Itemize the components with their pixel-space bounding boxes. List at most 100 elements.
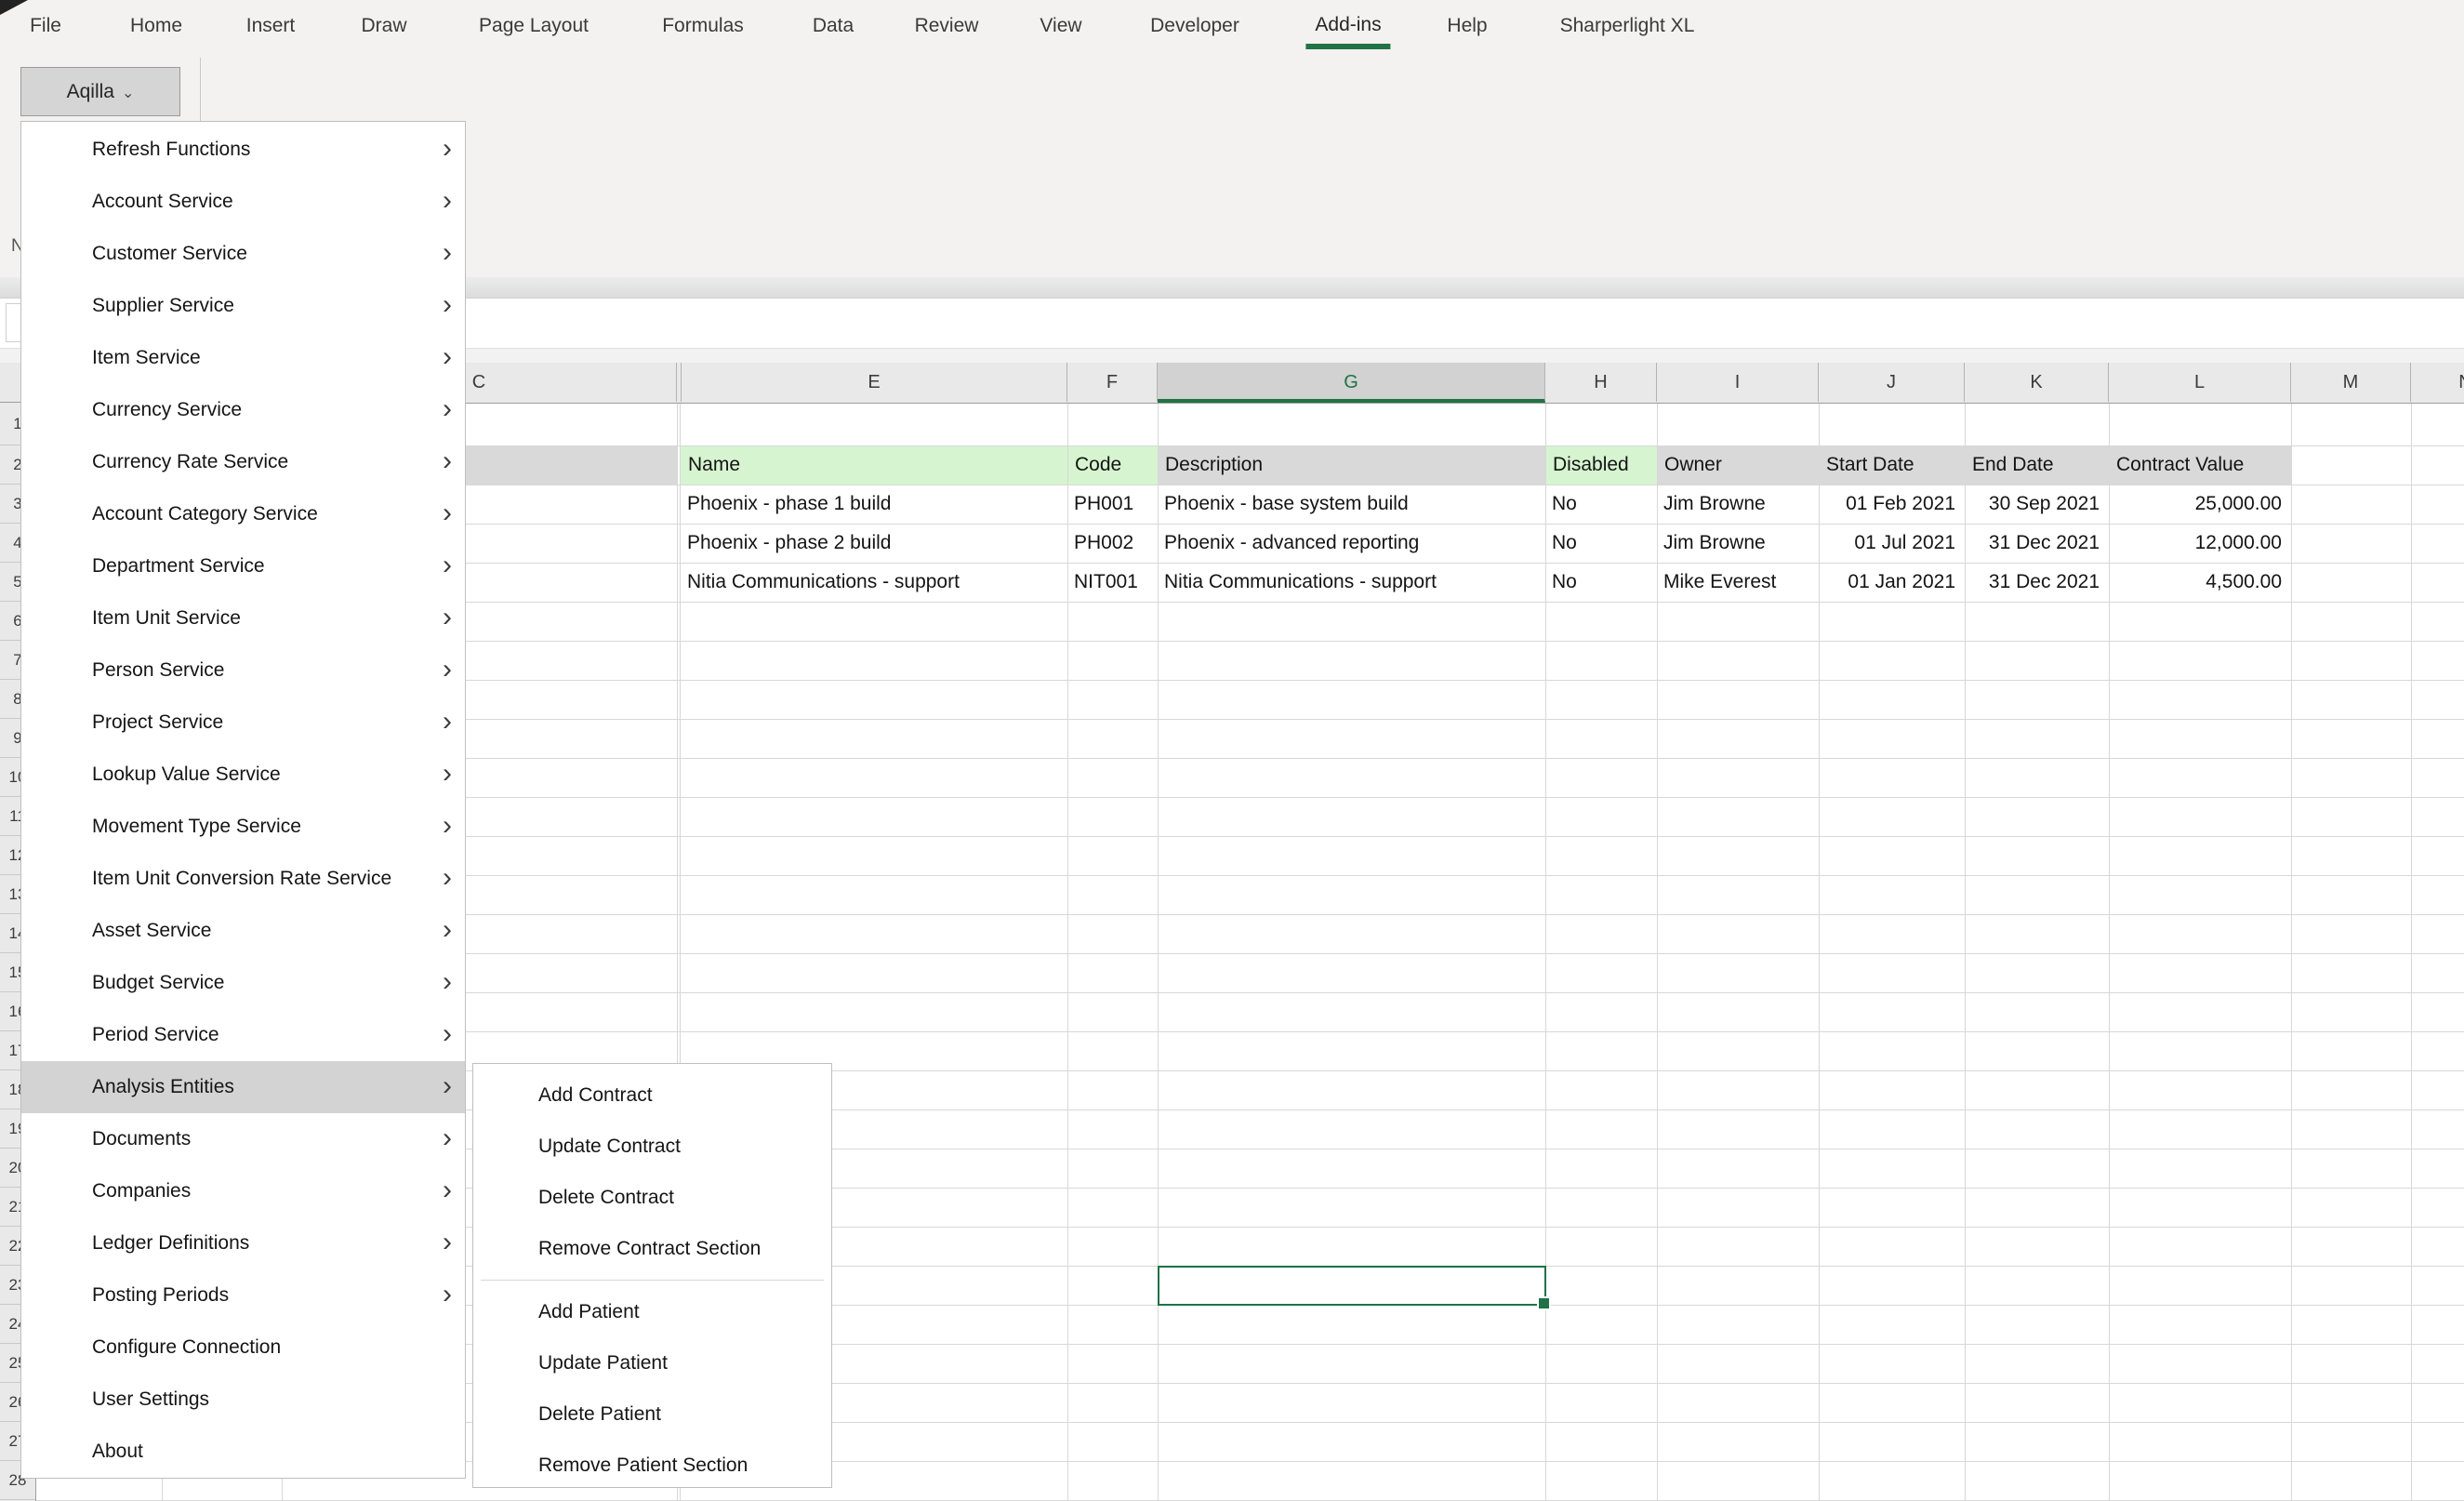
menu-item-item-unit-conversion-rate-service[interactable]: Item Unit Conversion Rate Service› <box>21 853 465 905</box>
cell-l3[interactable]: 25,000.00 <box>2115 485 2282 524</box>
cell-g5[interactable]: Nitia Communications - support <box>1164 563 1536 602</box>
cell-h5[interactable]: No <box>1552 563 1648 602</box>
cell-i4[interactable]: Jim Browne <box>1663 524 1809 563</box>
tab-data[interactable]: Data <box>803 0 863 51</box>
tab-sharperlight-xl[interactable]: Sharperlight XL <box>1551 0 1704 51</box>
submenu-chevron-icon: › <box>443 540 452 591</box>
menu-item-refresh-functions[interactable]: Refresh Functions› <box>21 124 465 176</box>
menu-item-about[interactable]: About <box>21 1426 465 1478</box>
menu-item-label: Currency Rate Service <box>92 436 288 488</box>
menu-item-movement-type-service[interactable]: Movement Type Service› <box>21 801 465 853</box>
column-header-g[interactable]: G <box>1158 363 1545 403</box>
tab-insert[interactable]: Insert <box>237 0 305 51</box>
column-header-l[interactable]: L <box>2109 363 2291 402</box>
menu-item-lookup-value-service[interactable]: Lookup Value Service› <box>21 749 465 801</box>
cell-i3[interactable]: Jim Browne <box>1663 485 1809 524</box>
menu-item-companies[interactable]: Companies› <box>21 1165 465 1217</box>
menu-item-budget-service[interactable]: Budget Service› <box>21 957 465 1009</box>
cell-k3[interactable]: 30 Sep 2021 <box>1971 485 2100 524</box>
cell-f5[interactable]: NIT001 <box>1074 563 1148 602</box>
tab-page-layout[interactable]: Page Layout <box>470 0 598 51</box>
column-header-h[interactable]: H <box>1545 363 1657 402</box>
menu-item-ledger-definitions[interactable]: Ledger Definitions› <box>21 1217 465 1269</box>
menu-item-currency-service[interactable]: Currency Service› <box>21 384 465 436</box>
menu-item-documents[interactable]: Documents› <box>21 1113 465 1165</box>
cell-f4[interactable]: PH002 <box>1074 524 1148 563</box>
submenu-item-add-patient[interactable]: Add Patient <box>473 1286 831 1337</box>
column-header-i[interactable]: I <box>1657 363 1819 402</box>
menu-item-user-settings[interactable]: User Settings <box>21 1374 465 1426</box>
tab-view[interactable]: View <box>1030 0 1091 51</box>
cell-e4[interactable]: Phoenix - phase 2 build <box>687 524 1058 563</box>
column-header-n[interactable]: N <box>2411 363 2464 402</box>
menu-item-currency-rate-service[interactable]: Currency Rate Service› <box>21 436 465 488</box>
header-cell-g2[interactable]: Description <box>1165 445 1540 485</box>
column-header-e[interactable]: E <box>681 363 1067 402</box>
menu-item-period-service[interactable]: Period Service› <box>21 1009 465 1061</box>
tab-help[interactable]: Help <box>1437 0 1496 51</box>
menu-item-posting-periods[interactable]: Posting Periods› <box>21 1269 465 1322</box>
menu-item-item-unit-service[interactable]: Item Unit Service› <box>21 592 465 644</box>
cell-k5[interactable]: 31 Dec 2021 <box>1971 563 2100 602</box>
submenu-item-remove-contract-section[interactable]: Remove Contract Section <box>473 1223 831 1274</box>
menu-item-project-service[interactable]: Project Service› <box>21 697 465 749</box>
cell-h4[interactable]: No <box>1552 524 1648 563</box>
cell-h3[interactable]: No <box>1552 485 1648 524</box>
menu-item-analysis-entities[interactable]: Analysis Entities› <box>21 1061 465 1113</box>
cell-g3[interactable]: Phoenix - base system build <box>1164 485 1536 524</box>
tab-formulas[interactable]: Formulas <box>653 0 753 51</box>
header-cell-j2[interactable]: Start Date <box>1826 445 1959 485</box>
header-cell-l2[interactable]: Contract Value <box>2116 445 2285 485</box>
menu-item-configure-connection[interactable]: Configure Connection <box>21 1322 465 1374</box>
header-cell-e2[interactable]: Name <box>688 445 1062 485</box>
menu-item-supplier-service[interactable]: Supplier Service› <box>21 280 465 332</box>
submenu-item-update-patient[interactable]: Update Patient <box>473 1337 831 1388</box>
cell-j3[interactable]: 01 Feb 2021 <box>1825 485 1955 524</box>
tab-draw[interactable]: Draw <box>351 0 416 51</box>
cell-e3[interactable]: Phoenix - phase 1 build <box>687 485 1058 524</box>
tab-add-ins[interactable]: Add-ins <box>1305 0 1390 49</box>
menu-item-account-category-service[interactable]: Account Category Service› <box>21 488 465 540</box>
cell-k4[interactable]: 31 Dec 2021 <box>1971 524 2100 563</box>
column-header-m[interactable]: M <box>2291 363 2411 402</box>
header-cell-f2[interactable]: Code <box>1075 445 1152 485</box>
tab-file[interactable]: File <box>20 0 71 51</box>
menu-item-label: Movement Type Service <box>92 801 301 853</box>
fill-handle[interactable] <box>1537 1296 1551 1310</box>
vertical-gridline <box>1965 403 1966 1501</box>
cell-g4[interactable]: Phoenix - advanced reporting <box>1164 524 1536 563</box>
tab-review[interactable]: Review <box>906 0 988 51</box>
menu-item-account-service[interactable]: Account Service› <box>21 176 465 228</box>
submenu-item-update-contract[interactable]: Update Contract <box>473 1121 831 1172</box>
cell-l4[interactable]: 12,000.00 <box>2115 524 2282 563</box>
tab-home[interactable]: Home <box>121 0 192 51</box>
tab-developer[interactable]: Developer <box>1141 0 1249 51</box>
header-cell-h2[interactable]: Disabled <box>1553 445 1651 485</box>
submenu-chevron-icon: › <box>443 853 452 903</box>
header-cell-i2[interactable]: Owner <box>1664 445 1813 485</box>
menu-item-label: About <box>92 1426 143 1478</box>
menu-item-item-service[interactable]: Item Service› <box>21 332 465 384</box>
submenu-chevron-icon: › <box>443 1061 452 1111</box>
menu-item-person-service[interactable]: Person Service› <box>21 644 465 697</box>
cell-f3[interactable]: PH001 <box>1074 485 1148 524</box>
submenu-chevron-icon: › <box>443 176 452 226</box>
cell-i5[interactable]: Mike Everest <box>1663 563 1809 602</box>
header-cell-k2[interactable]: End Date <box>1972 445 2103 485</box>
cell-j5[interactable]: 01 Jan 2021 <box>1825 563 1955 602</box>
column-header-k[interactable]: K <box>1965 363 2109 402</box>
cell-j4[interactable]: 01 Jul 2021 <box>1825 524 1955 563</box>
menu-item-customer-service[interactable]: Customer Service› <box>21 228 465 280</box>
submenu-item-remove-patient-section[interactable]: Remove Patient Section <box>473 1440 831 1491</box>
column-header-f[interactable]: F <box>1067 363 1158 402</box>
aqilla-menu-button[interactable]: Aqilla⌄ <box>20 67 180 116</box>
submenu-item-delete-patient[interactable]: Delete Patient <box>473 1388 831 1440</box>
menu-item-asset-service[interactable]: Asset Service› <box>21 905 465 957</box>
column-header-j[interactable]: J <box>1819 363 1965 402</box>
selected-cell-g23[interactable] <box>1158 1266 1546 1306</box>
cell-e5[interactable]: Nitia Communications - support <box>687 563 1058 602</box>
submenu-item-delete-contract[interactable]: Delete Contract <box>473 1172 831 1223</box>
cell-l5[interactable]: 4,500.00 <box>2115 563 2282 602</box>
submenu-item-add-contract[interactable]: Add Contract <box>473 1069 831 1121</box>
menu-item-department-service[interactable]: Department Service› <box>21 540 465 592</box>
